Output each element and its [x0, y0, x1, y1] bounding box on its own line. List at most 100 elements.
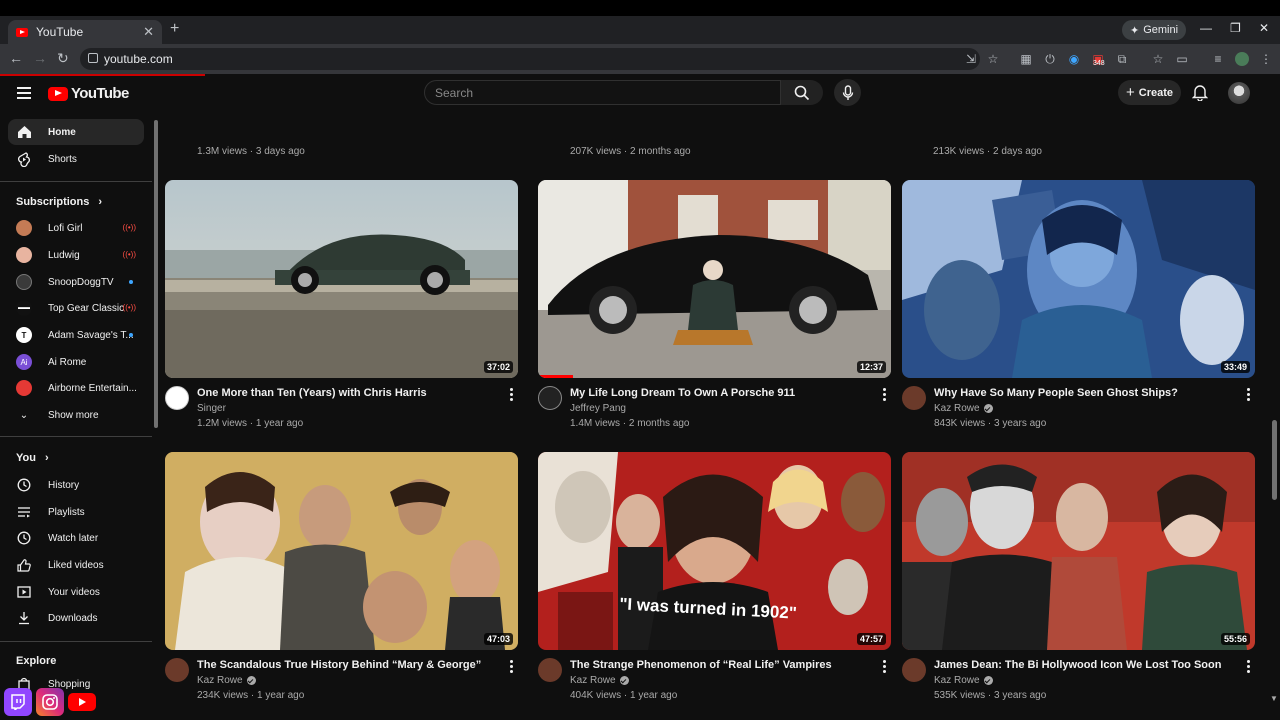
- sidebar-item-label: SnoopDoggTV: [48, 276, 114, 288]
- search-input[interactable]: Search: [424, 80, 781, 105]
- video-title[interactable]: James Dean: The Bi Hollywood Icon We Los…: [934, 659, 1234, 671]
- sidebar-item-label: Adam Savage's T...: [48, 329, 134, 341]
- shorts-icon: [16, 151, 32, 167]
- create-button[interactable]: + Create: [1118, 80, 1181, 105]
- video-options-icon[interactable]: [1247, 660, 1251, 675]
- extension-icon[interactable]: ▦: [1019, 52, 1033, 66]
- sidebar-item-subscription[interactable]: Lofi Girl ((•)): [8, 215, 144, 241]
- sidebar-item-shorts[interactable]: Shorts: [8, 146, 144, 172]
- puzzle-icon[interactable]: ⧉: [1115, 52, 1129, 66]
- channel-name[interactable]: Kaz Rowe: [197, 675, 256, 686]
- divider: [0, 641, 152, 642]
- page-scrollbar[interactable]: [1272, 420, 1277, 500]
- sidebar-item-subscription[interactable]: Ai Ai Rome: [8, 349, 144, 375]
- verified-icon: [983, 676, 993, 685]
- show-more-button[interactable]: ⌄ Show more: [8, 402, 144, 428]
- sidebar-item-subscription[interactable]: SnoopDoggTV: [8, 269, 144, 295]
- channel-avatar[interactable]: [165, 386, 189, 410]
- video-options-icon[interactable]: [883, 660, 887, 675]
- minimize-icon[interactable]: —: [1200, 21, 1212, 35]
- video-title[interactable]: The Scandalous True History Behind “Mary…: [197, 659, 497, 671]
- channel-name[interactable]: Kaz Rowe: [934, 675, 993, 686]
- video-options-icon[interactable]: [1247, 388, 1251, 403]
- vampires-thumbnail-image: "I was turned in 1902": [538, 452, 891, 650]
- subscriptions-heading[interactable]: Subscriptions ›: [16, 196, 102, 208]
- channel-avatar[interactable]: [902, 386, 926, 410]
- account-avatar[interactable]: [1228, 82, 1250, 104]
- sidebar-item-liked-videos[interactable]: Liked videos: [8, 552, 144, 578]
- youtube-masthead: YouTube Search + Create: [0, 76, 1280, 110]
- media-icon[interactable]: ≡: [1211, 52, 1225, 66]
- channel-avatar: T: [16, 327, 32, 343]
- channel-avatar: [16, 247, 32, 263]
- audio-extension-icon[interactable]: ◉: [1067, 52, 1081, 66]
- youtube-favicon-icon: [16, 27, 28, 37]
- gemini-label: Gemini: [1143, 24, 1179, 36]
- sidebar-item-home[interactable]: Home: [8, 119, 144, 145]
- sidepanel-icon[interactable]: ▭: [1175, 52, 1189, 66]
- forward-icon[interactable]: →: [33, 50, 47, 66]
- channel-name[interactable]: Kaz Rowe: [570, 675, 629, 686]
- bookmark-star-icon[interactable]: ☆: [986, 52, 1000, 66]
- profile-icon[interactable]: [1235, 52, 1249, 66]
- channel-name[interactable]: Kaz Rowe: [934, 403, 993, 414]
- restore-icon[interactable]: ❐: [1230, 21, 1241, 35]
- channel-avatar[interactable]: [902, 658, 926, 682]
- reload-icon[interactable]: ↻: [57, 50, 69, 67]
- channel-avatar[interactable]: [538, 386, 562, 410]
- sidebar-scrollbar[interactable]: [154, 120, 158, 428]
- video-thumbnail[interactable]: 47:03: [165, 452, 518, 650]
- video-thumbnail[interactable]: 12:37: [538, 180, 891, 378]
- channel-avatar[interactable]: [165, 658, 189, 682]
- sidebar-item-history[interactable]: History: [8, 472, 144, 498]
- video-title[interactable]: The Strange Phenomenon of “Real Life” Va…: [570, 659, 870, 671]
- power-icon[interactable]: ⏻: [1043, 52, 1057, 66]
- notifications-button[interactable]: [1191, 84, 1209, 106]
- video-thumbnail[interactable]: 37:02: [165, 180, 518, 378]
- video-options-icon[interactable]: [883, 388, 887, 403]
- video-title[interactable]: One More than Ten (Years) with Chris Har…: [197, 387, 497, 399]
- video-options-icon[interactable]: [510, 660, 514, 675]
- address-bar[interactable]: youtube.com: [80, 48, 980, 70]
- sidebar-item-subscription[interactable]: T Adam Savage's T...: [8, 322, 144, 348]
- hamburger-menu-icon[interactable]: [17, 87, 31, 99]
- back-icon[interactable]: ←: [9, 50, 23, 66]
- video-meta: 213K views · 2 days ago: [933, 146, 1042, 157]
- sidebar-item-your-videos[interactable]: Your videos: [8, 579, 144, 605]
- video-thumbnail[interactable]: "I was turned in 1902" 47:57: [538, 452, 891, 650]
- gemini-button[interactable]: ✦ Gemini: [1122, 20, 1187, 40]
- sidebar-item-label: Ludwig: [48, 249, 80, 261]
- duration-badge: 47:03: [483, 633, 513, 645]
- scroll-down-arrow-icon[interactable]: ▼: [1270, 694, 1278, 703]
- sidebar-item-watch-later[interactable]: Watch later: [8, 525, 144, 551]
- tab-close-icon[interactable]: ✕: [143, 24, 154, 40]
- channel-name[interactable]: Jeffrey Pang: [570, 403, 626, 414]
- sidebar-item-downloads[interactable]: Downloads: [8, 605, 144, 631]
- channel-avatar[interactable]: [538, 658, 562, 682]
- voice-search-button[interactable]: [834, 79, 861, 106]
- browser-tab-youtube[interactable]: YouTube ✕: [8, 20, 162, 44]
- channel-name[interactable]: Singer: [197, 403, 226, 414]
- duration-badge: 37:02: [483, 361, 513, 373]
- menu-kebab-icon[interactable]: ⋮: [1259, 52, 1273, 66]
- video-title[interactable]: Why Have So Many People Seen Ghost Ships…: [934, 387, 1234, 399]
- new-tab-icon[interactable]: +: [170, 20, 179, 38]
- video-options-icon[interactable]: [510, 388, 514, 403]
- video-thumbnail[interactable]: 33:49: [902, 180, 1255, 378]
- sidebar-item-playlists[interactable]: Playlists: [8, 499, 144, 525]
- video-title[interactable]: My Life Long Dream To Own A Porsche 911: [570, 387, 870, 399]
- video-meta: 404K views · 1 year ago: [570, 690, 678, 701]
- search-button[interactable]: [781, 80, 823, 105]
- sidebar-item-subscription[interactable]: Ludwig ((•)): [8, 242, 144, 268]
- youtube-logo[interactable]: YouTube: [48, 85, 129, 102]
- window-close-icon[interactable]: ✕: [1259, 21, 1269, 35]
- favorites-icon[interactable]: ☆: [1151, 52, 1165, 66]
- install-app-icon[interactable]: ⇲: [964, 52, 978, 66]
- video-thumbnail[interactable]: 55:56: [902, 452, 1255, 650]
- sidebar-item-subscription[interactable]: Airborne Entertain...: [8, 375, 144, 401]
- browser-toolbar: ← → ↻ youtube.com ⇲ ☆ ▦ ⏻ ◉ ▣ 348 ⧉ ☆ ▭ …: [0, 44, 1280, 74]
- you-heading[interactable]: You ›: [16, 452, 49, 464]
- site-info-icon[interactable]: [88, 53, 98, 63]
- sidebar-item-label: Ai Rome: [48, 356, 87, 368]
- sidebar-item-subscription[interactable]: ▬▬ Top Gear Classic ((•)): [8, 295, 144, 321]
